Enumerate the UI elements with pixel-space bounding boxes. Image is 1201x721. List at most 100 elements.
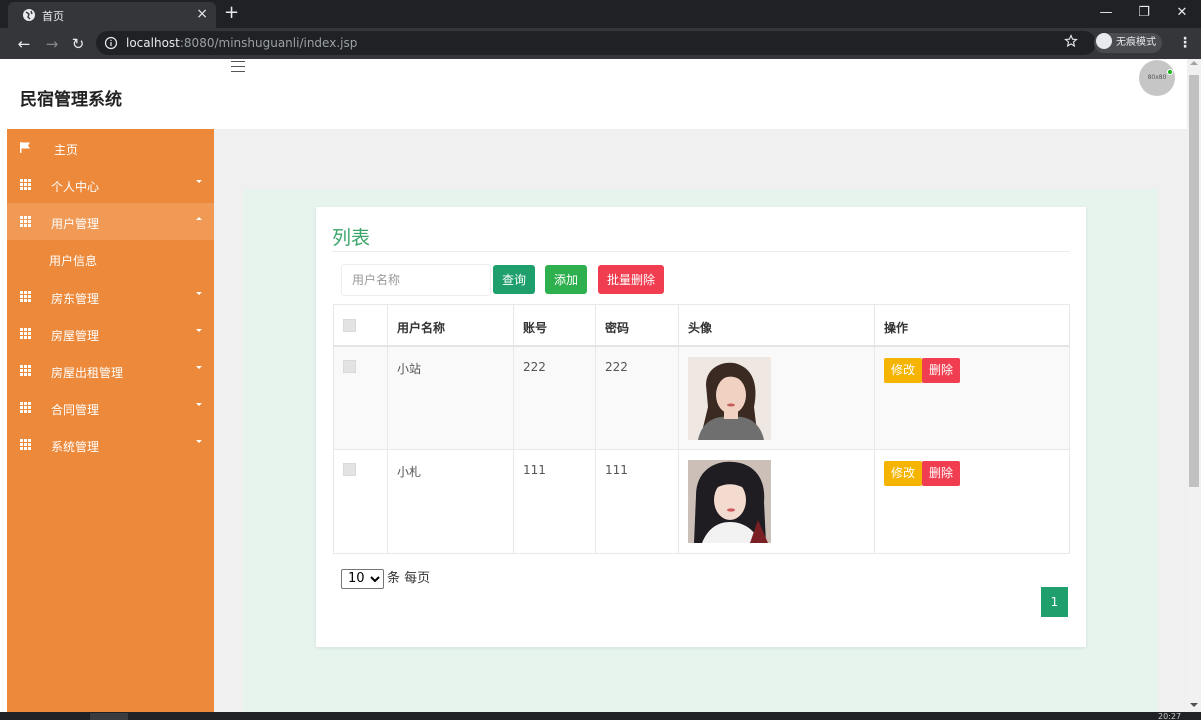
row-checkbox[interactable] bbox=[343, 359, 356, 373]
address-bar[interactable]: localhost:8080/minshuguanli/index.jsp bbox=[96, 31, 1096, 55]
info-icon[interactable] bbox=[104, 36, 118, 50]
sidebar-item-system-management[interactable]: 系统管理 bbox=[7, 426, 214, 463]
sidebar-item-label: 用户管理 bbox=[51, 217, 100, 231]
user-avatar-photo bbox=[688, 356, 771, 440]
chevron-down-icon bbox=[196, 403, 202, 406]
card-title: 列表 bbox=[332, 227, 371, 249]
globe-icon bbox=[23, 9, 35, 21]
delete-button[interactable]: 删除 bbox=[922, 461, 961, 486]
edit-button[interactable]: 修改 bbox=[884, 461, 923, 486]
sidebar-item-landlord-management[interactable]: 房东管理 bbox=[7, 278, 214, 315]
new-tab-button[interactable]: + bbox=[224, 3, 239, 23]
url-text: localhost:8080/minshuguanli/index.jsp bbox=[126, 36, 358, 50]
star-icon[interactable] bbox=[1064, 34, 1078, 48]
tab-title: 首页 bbox=[42, 10, 64, 23]
column-header: 密码 bbox=[595, 304, 679, 347]
back-arrow-icon[interactable]: ← bbox=[14, 34, 34, 54]
grid-icon bbox=[20, 328, 31, 339]
restore-button[interactable]: ❐ bbox=[1134, 4, 1154, 22]
sidebar-item-personal-center[interactable]: 个人中心 bbox=[7, 166, 214, 203]
sidebar-item-label: 个人中心 bbox=[51, 180, 100, 194]
app-header: 民宿管理系统 80x80 bbox=[0, 59, 1187, 129]
menu-toggle-icon[interactable] bbox=[231, 61, 245, 72]
sidebar-item-user-management[interactable]: 用户管理 bbox=[7, 203, 214, 240]
sidebar-item-home[interactable]: 主页 bbox=[7, 129, 214, 166]
username-cell: 小札 bbox=[387, 449, 514, 554]
sidebar-item-rental-management[interactable]: 房屋出租管理 bbox=[7, 352, 214, 389]
scrollbar-thumb[interactable] bbox=[1189, 75, 1199, 487]
column-header: 账号 bbox=[513, 304, 596, 347]
incognito-badge[interactable]: 无痕模式 bbox=[1094, 33, 1162, 53]
list-card: 列表 查询 添加 批量删除 用户名称 账号 密码 头像 操作 bbox=[316, 207, 1086, 647]
minimize-button[interactable]: — bbox=[1096, 4, 1116, 22]
table-header-row: 用户名称 账号 密码 头像 操作 bbox=[333, 304, 1070, 347]
row-select-cell bbox=[333, 345, 388, 450]
select-all-checkbox[interactable] bbox=[343, 319, 356, 332]
sidebar-item-contract-management[interactable]: 合同管理 bbox=[7, 389, 214, 426]
table-row: 小札 111 111 修改 删除 bbox=[333, 449, 1070, 554]
tab-close-icon[interactable]: × bbox=[196, 6, 208, 22]
page-size-control: 10 条 每页 bbox=[341, 567, 430, 589]
grid-icon bbox=[20, 439, 31, 450]
chevron-down-icon bbox=[196, 440, 202, 443]
chevron-up-icon bbox=[196, 217, 202, 220]
taskbar-item[interactable] bbox=[90, 713, 128, 720]
avatar[interactable]: 80x80 bbox=[1139, 60, 1175, 96]
delete-button[interactable]: 删除 bbox=[922, 357, 961, 383]
row-checkbox[interactable] bbox=[343, 463, 356, 476]
grid-icon bbox=[20, 402, 31, 413]
scroll-down-arrow-icon[interactable] bbox=[1190, 703, 1198, 707]
table-row: 小站 222 222 修改 删除 bbox=[333, 345, 1070, 450]
column-header: 用户名称 bbox=[387, 304, 514, 347]
select-all-cell bbox=[333, 304, 388, 347]
user-avatar-photo bbox=[688, 460, 771, 543]
sidebar-item-label: 主页 bbox=[54, 143, 79, 157]
add-button[interactable]: 添加 bbox=[545, 265, 588, 294]
incognito-icon bbox=[1096, 33, 1112, 49]
avatar-cell bbox=[678, 345, 875, 450]
grid-icon bbox=[20, 216, 31, 227]
actions-cell: 修改 删除 bbox=[874, 345, 1070, 450]
incognito-label: 无痕模式 bbox=[1116, 37, 1156, 48]
close-window-button[interactable]: ✕ bbox=[1172, 4, 1192, 22]
system-title: 民宿管理系统 bbox=[20, 90, 122, 110]
page-size-select[interactable]: 10 bbox=[341, 568, 384, 589]
batch-delete-button[interactable]: 批量删除 bbox=[598, 265, 665, 294]
sidebar-subitem-user-info[interactable]: 用户信息 bbox=[7, 240, 214, 277]
browser-tab[interactable]: 首页 × bbox=[8, 2, 216, 28]
chevron-down-icon bbox=[196, 329, 202, 332]
edit-button[interactable]: 修改 bbox=[884, 357, 923, 383]
grid-icon bbox=[20, 291, 31, 302]
actions-cell: 修改 删除 bbox=[874, 449, 1070, 554]
sidebar-item-label: 房屋出租管理 bbox=[51, 366, 124, 380]
chevron-down-icon bbox=[196, 180, 202, 183]
scroll-up-arrow-icon[interactable] bbox=[1190, 61, 1198, 65]
reload-icon[interactable]: ↻ bbox=[68, 34, 88, 54]
grid-icon bbox=[20, 365, 31, 376]
avatar-cell bbox=[678, 449, 875, 554]
sidebar-item-label: 房屋管理 bbox=[51, 329, 100, 343]
sidebar-item-label: 系统管理 bbox=[51, 440, 100, 454]
browser-tab-bar: 首页 × + — ❐ ✕ bbox=[0, 0, 1201, 28]
browser-menu-icon[interactable]: ⋮ bbox=[1178, 33, 1192, 53]
user-table: 用户名称 账号 密码 头像 操作 小站 222 222 修改 删除 小札 111… bbox=[333, 304, 1070, 554]
grid-icon bbox=[20, 179, 31, 190]
chevron-down-icon bbox=[196, 366, 202, 369]
chevron-down-icon bbox=[196, 292, 202, 295]
password-cell: 222 bbox=[595, 345, 679, 450]
sidebar-item-label: 合同管理 bbox=[51, 403, 100, 417]
app-viewport: 民宿管理系统 80x80 主页 个人中心 用户管理 用户信息 房东管理 房屋管理… bbox=[0, 59, 1187, 712]
sidebar: 主页 个人中心 用户管理 用户信息 房东管理 房屋管理 房屋出租管理 合同管理 … bbox=[7, 129, 214, 712]
flag-icon bbox=[20, 142, 30, 153]
divider bbox=[332, 251, 1070, 252]
account-cell: 222 bbox=[513, 345, 596, 450]
query-button[interactable]: 查询 bbox=[493, 265, 536, 294]
sidebar-item-house-management[interactable]: 房屋管理 bbox=[7, 315, 214, 352]
username-cell: 小站 bbox=[387, 345, 514, 450]
sidebar-item-label: 房东管理 bbox=[51, 292, 100, 306]
password-cell: 111 bbox=[595, 449, 679, 554]
forward-arrow-icon[interactable]: → bbox=[42, 34, 62, 54]
username-search-input[interactable] bbox=[341, 264, 491, 296]
column-header: 头像 bbox=[678, 304, 875, 347]
pagination-page-1[interactable]: 1 bbox=[1041, 587, 1068, 617]
